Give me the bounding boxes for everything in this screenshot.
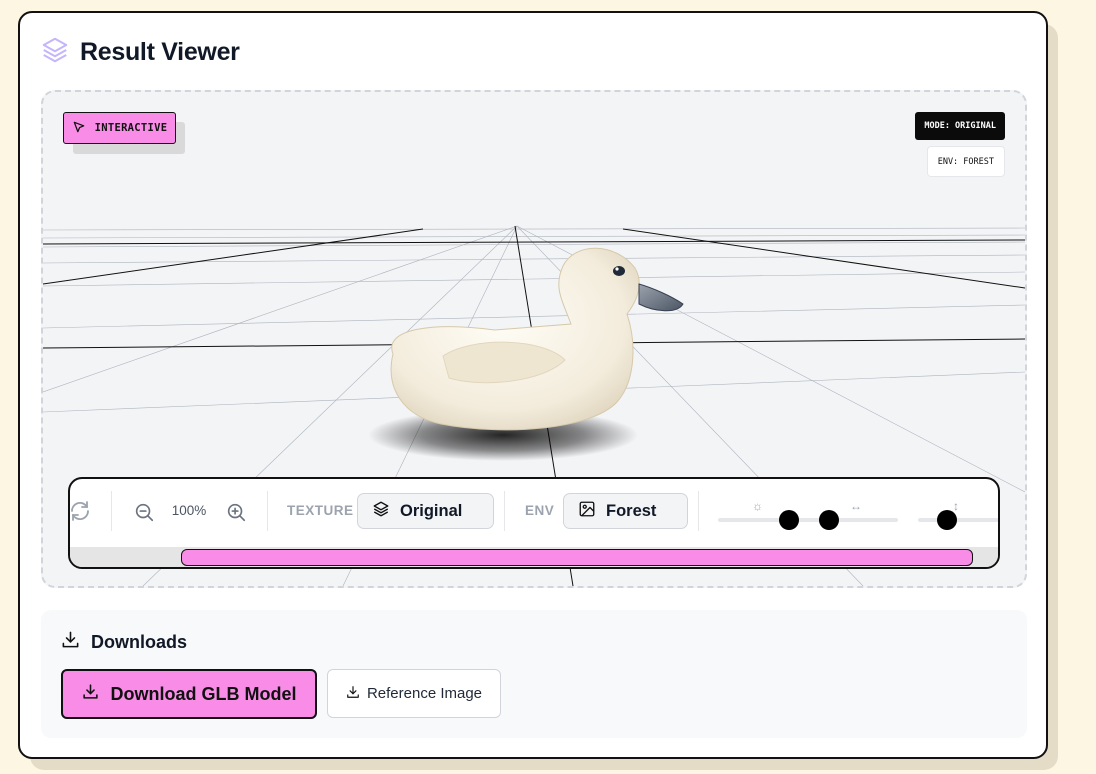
controls-row: 100% TEXTURE Original ENV Forest ☼ ↔ ↕ <box>70 479 998 547</box>
divider <box>111 491 112 531</box>
downloads-panel: Downloads Download GLB Model Reference I… <box>41 610 1027 738</box>
divider <box>504 491 505 531</box>
sun-icon: ☼ <box>752 499 763 513</box>
downloads-heading: Downloads <box>61 630 187 654</box>
reference-image-button[interactable]: Reference Image <box>327 669 501 718</box>
env-select[interactable]: Forest <box>563 493 688 529</box>
image-icon <box>578 500 596 523</box>
horizontal-scrollbar[interactable] <box>70 547 998 567</box>
vertical-slider-track[interactable] <box>918 518 998 522</box>
page-title: Result Viewer <box>80 37 240 66</box>
download-glb-button[interactable]: Download GLB Model <box>61 669 317 719</box>
layers-icon <box>40 35 70 70</box>
result-viewer-card: Result Viewer INTERACTIVE MODE: ORIGINAL… <box>18 11 1048 759</box>
divider <box>267 491 268 531</box>
zoom-out-icon[interactable] <box>133 501 155 523</box>
header: Result Viewer <box>40 35 240 69</box>
texture-label: TEXTURE <box>287 503 354 518</box>
env-label: ENV <box>525 503 555 518</box>
interactive-badge: INTERACTIVE <box>63 112 176 144</box>
scrollbar-thumb[interactable] <box>181 549 973 566</box>
vertical-arrows-icon: ↕ <box>953 499 959 513</box>
download-icon <box>61 630 80 654</box>
reference-image-label: Reference Image <box>366 685 483 702</box>
env-tag: ENV: FOREST <box>926 146 1005 177</box>
viewer-controls-bar: 100% TEXTURE Original ENV Forest ☼ ↔ ↕ <box>68 477 1000 569</box>
reset-rotation-icon[interactable] <box>70 499 92 523</box>
horizontal-slider-knob[interactable] <box>819 510 839 530</box>
divider <box>698 491 699 531</box>
interactive-badge-label: INTERACTIVE <box>94 122 168 134</box>
env-value: Forest <box>606 501 657 520</box>
brightness-slider-knob[interactable] <box>779 510 799 530</box>
download-icon <box>82 683 99 705</box>
horizontal-arrows-icon: ↔ <box>850 499 862 513</box>
download-glb-label: Download GLB Model <box>110 683 297 704</box>
zoom-value: 100% <box>171 503 207 518</box>
download-icon <box>346 685 360 703</box>
model-viewer[interactable]: INTERACTIVE MODE: ORIGINAL ENV: FOREST 1… <box>41 90 1027 588</box>
vertical-slider-knob[interactable] <box>937 510 957 530</box>
mode-tag: MODE: ORIGINAL <box>915 112 1005 140</box>
texture-select[interactable]: Original <box>357 493 494 529</box>
layers-icon <box>372 500 390 523</box>
zoom-in-icon[interactable] <box>225 501 247 523</box>
cursor-pointer-icon <box>72 120 86 137</box>
duck-model <box>390 247 684 431</box>
downloads-title: Downloads <box>91 631 188 652</box>
texture-value: Original <box>400 501 463 520</box>
